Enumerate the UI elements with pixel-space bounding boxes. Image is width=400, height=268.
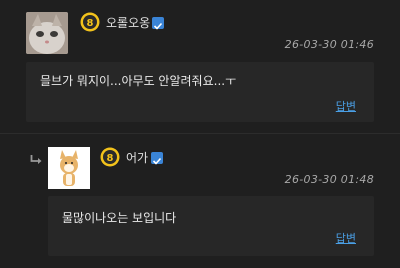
level-number: 8 xyxy=(107,153,114,164)
level-badge-icon: 8 xyxy=(80,12,100,32)
verified-icon xyxy=(152,17,164,30)
comment-body: 물많이나오는 보입니다 답변 xyxy=(48,196,374,256)
reply-arrow-icon xyxy=(30,155,42,164)
username[interactable]: 오롤오옹 xyxy=(106,16,150,30)
comment: 8 오롤오옹 26-03-30 01:46 믈브가 뭐지이...아무도 안알려줘… xyxy=(0,0,400,134)
reply-link[interactable]: 답변 xyxy=(336,98,356,114)
timestamp: 26-03-30 01:48 xyxy=(284,173,374,186)
level-badge-icon: 8 xyxy=(100,147,120,167)
comment-text: 믈브가 뭐지이...아무도 안알려줘요...ㅜ xyxy=(40,74,237,88)
username[interactable]: 어가 xyxy=(126,151,148,165)
comment-text: 물많이나오는 보입니다 xyxy=(62,211,177,225)
level-number: 8 xyxy=(87,18,94,29)
avatar[interactable] xyxy=(26,12,68,54)
comment-body: 믈브가 뭐지이...아무도 안알려줘요...ㅜ 답변 xyxy=(26,62,374,122)
reply-link[interactable]: 답변 xyxy=(336,230,356,246)
timestamp: 26-03-30 01:46 xyxy=(284,38,374,51)
verified-icon xyxy=(151,152,163,165)
avatar[interactable] xyxy=(48,147,90,189)
reply-comment: 8 어가 26-03-30 01:48 물많이나오는 보입니다 답변 xyxy=(0,134,400,268)
